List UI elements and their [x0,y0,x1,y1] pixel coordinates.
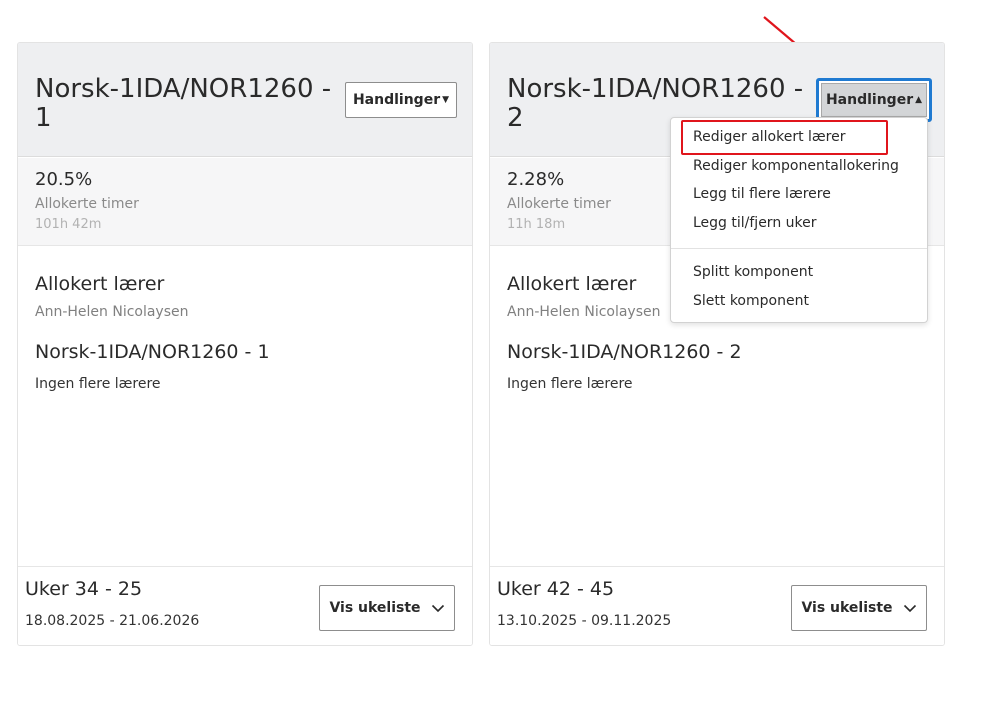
allocated-teacher-name: Ann-Helen Nicolaysen [35,304,189,320]
actions-button[interactable]: Handlinger ▼ [345,82,457,118]
caret-up-icon: ▲ [915,94,923,105]
more-teachers-text: Ingen flere lærere [507,376,633,392]
chevron-down-icon [431,604,444,613]
menu-item-edit-allocated-teacher[interactable]: Rediger allokert lærer [693,129,846,145]
allocated-percent: 2.28% [507,169,565,190]
allocated-teacher-name: Ann-Helen Nicolaysen [507,304,661,320]
card-title: Norsk-1IDA/NOR1260 - 1 [35,74,332,133]
card-footer: Uker 42 - 45 13.10.2025 - 09.11.2025 Vis… [490,566,944,645]
allocated-teacher-heading: Allokert lærer [507,273,637,295]
card-footer: Uker 34 - 25 18.08.2025 - 21.06.2026 Vis… [18,566,472,645]
menu-item-add-teachers[interactable]: Legg til flere lærere [693,186,831,202]
menu-divider [671,248,927,249]
actions-button-inner: Handlinger ▲ [821,83,927,117]
chevron-down-icon [903,604,916,613]
allocated-percent: 20.5% [35,169,93,190]
date-range: 13.10.2025 - 09.11.2025 [497,613,672,629]
component-card-1: Norsk-1IDA/NOR1260 - 1 Handlinger ▼ 20.5… [17,42,473,646]
allocated-hours: 11h 18m [507,217,566,232]
show-week-list-label: Vis ukeliste [329,600,421,616]
allocated-teacher-heading: Allokert lærer [35,273,165,295]
date-range: 18.08.2025 - 21.06.2026 [25,613,200,629]
show-week-list-label: Vis ukeliste [801,600,893,616]
menu-item-edit-component-allocation[interactable]: Rediger komponentallokering [693,158,899,174]
allocated-percent-label: Allokerte timer [507,196,611,212]
allocation-stats: 20.5% Allokerte timer 101h 42m [18,158,472,246]
menu-item-delete-component[interactable]: Slett komponent [693,293,809,309]
actions-dropdown-menu: Rediger allokert lærer Rediger komponent… [670,117,928,323]
actions-button-label: Handlinger [352,92,441,108]
show-week-list-button[interactable]: Vis ukeliste [791,585,927,631]
weeks-range: Uker 42 - 45 [497,578,615,600]
menu-item-split-component[interactable]: Splitt komponent [693,264,813,280]
actions-button[interactable]: Handlinger ▲ [816,78,932,122]
menu-item-add-remove-weeks[interactable]: Legg til/fjern uker [693,215,817,231]
allocated-percent-label: Allokerte timer [35,196,139,212]
actions-button-label: Handlinger [825,92,914,108]
component-title: Norsk-1IDA/NOR1260 - 2 [507,341,742,363]
show-week-list-button[interactable]: Vis ukeliste [319,585,455,631]
caret-down-icon: ▼ [442,94,450,105]
allocated-hours: 101h 42m [35,217,102,232]
component-title: Norsk-1IDA/NOR1260 - 1 [35,341,270,363]
more-teachers-text: Ingen flere lærere [35,376,161,392]
card-header: Norsk-1IDA/NOR1260 - 1 Handlinger ▼ [18,43,472,157]
weeks-range: Uker 34 - 25 [25,578,143,600]
